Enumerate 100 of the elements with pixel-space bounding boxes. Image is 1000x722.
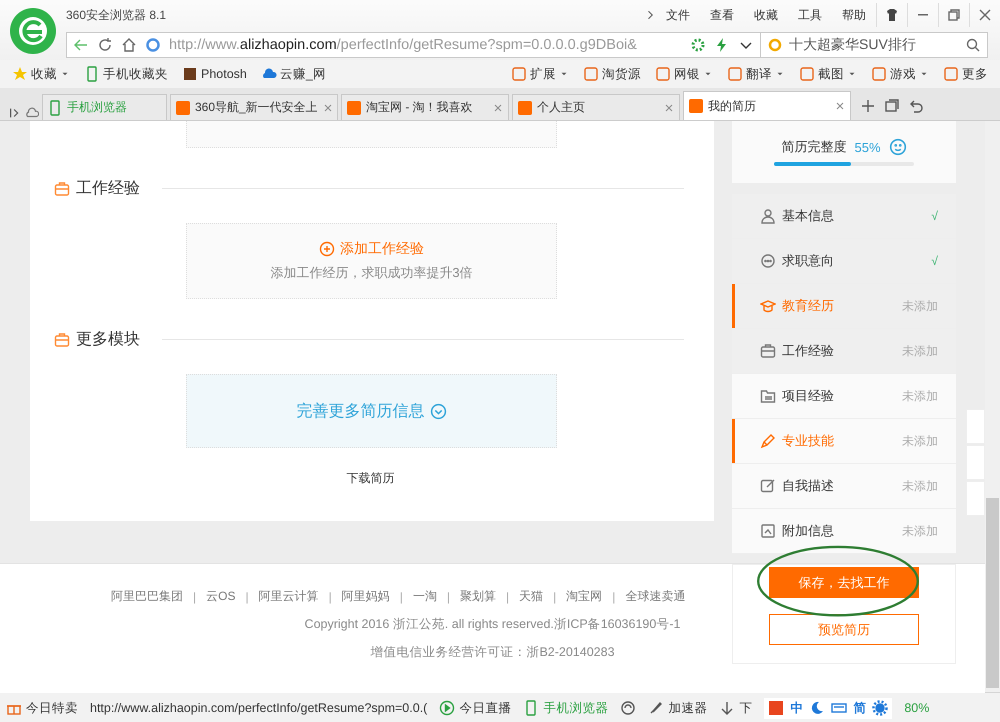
- smiley-icon: [888, 138, 907, 156]
- toolbar-item[interactable]: 网银: [651, 66, 717, 82]
- close-icon: [977, 7, 993, 23]
- status-text: 未添加: [902, 298, 938, 314]
- section-title: 更多模块: [76, 330, 140, 350]
- footer-link[interactable]: 阿里巴巴集团: [111, 588, 183, 605]
- toolbar-item[interactable]: 游戏: [867, 66, 933, 82]
- browser-tab[interactable]: 淘宝网 - 淘！我喜欢: [341, 94, 509, 120]
- menu-item[interactable]: 帮助: [832, 6, 876, 24]
- section-title: 工作经验: [76, 179, 140, 199]
- footer-link[interactable]: 全球速卖通: [625, 588, 686, 605]
- search-engine-icon: [767, 37, 783, 53]
- ime-script[interactable]: 简: [853, 700, 866, 716]
- address-field[interactable]: http://www.alizhaopin.com/perfectInfo/getResume?spm=0.0.0.0.g9DBoi&: [66, 32, 761, 58]
- download-button[interactable]: 下: [719, 700, 752, 716]
- footer-link[interactable]: 阿里云计算: [258, 588, 319, 605]
- minimize-icon: [918, 14, 928, 16]
- site-icon: [688, 98, 704, 114]
- deal-link[interactable]: 今日特卖: [6, 700, 78, 716]
- app-icon: [182, 66, 198, 82]
- float-button[interactable]: [966, 481, 985, 516]
- menu-item[interactable]: 工具: [788, 6, 832, 24]
- status-text: √: [931, 254, 938, 268]
- separator: |: [245, 590, 249, 604]
- app-icon: [655, 66, 671, 82]
- close-icon: [322, 102, 334, 114]
- download-link[interactable]: 下载简历: [346, 471, 394, 485]
- site-icon: [175, 100, 191, 116]
- completeness-percent: 55%: [854, 140, 881, 154]
- menu-item[interactable]: 收藏: [744, 6, 788, 24]
- pen-icon: [760, 433, 776, 449]
- completeness-label: 简历完整度: [781, 138, 846, 156]
- separator: |: [446, 590, 450, 604]
- license-text: 增值电信业务经营许可证：浙B2-20140283: [370, 644, 615, 661]
- app-icon: [943, 66, 959, 82]
- refresh-icon: [97, 37, 113, 53]
- footer-link[interactable]: 云OS: [206, 588, 236, 605]
- copyright-text: Copyright 2016 浙江公苑. all rights reserved.浙ICP备16036190号-1: [304, 616, 680, 633]
- close-icon: [663, 102, 675, 114]
- site-icon: [517, 100, 533, 116]
- graduation-cap-icon: [760, 298, 776, 314]
- status-text: √: [931, 209, 938, 223]
- chat-icon: [760, 253, 776, 269]
- toolbar-item[interactable]: 淘货源: [579, 66, 645, 82]
- app-icon: [511, 66, 527, 82]
- status-text: 未添加: [902, 342, 938, 360]
- toolbar-item[interactable]: 截图: [795, 66, 861, 82]
- footer-link[interactable]: 聚划算: [460, 588, 496, 605]
- app-icon: [871, 66, 887, 82]
- menu-item[interactable]: 文件: [656, 6, 700, 24]
- ime-mode[interactable]: 中: [790, 700, 804, 716]
- browser-tab[interactable]: 我的简历: [683, 91, 851, 120]
- folder-icon: [760, 388, 776, 404]
- nav-item[interactable]: 基本信息 √: [732, 194, 956, 239]
- app-icon: [727, 66, 743, 82]
- status-text: 未添加: [902, 522, 938, 540]
- bookmark-item[interactable]: 云赚_网: [256, 66, 330, 82]
- bookmark-item[interactable]: 收藏: [8, 66, 74, 82]
- toolbar-item[interactable]: 更多: [939, 66, 992, 82]
- ime-toolbar[interactable]: 中 简: [764, 698, 892, 718]
- site-icon: [346, 100, 362, 116]
- settings-icon: [872, 700, 888, 716]
- browser-logo[interactable]: [10, 8, 56, 54]
- cloud-icon: [25, 106, 39, 120]
- close-icon: [834, 100, 846, 112]
- chevron-down-circle-icon: [430, 402, 446, 420]
- search-field[interactable]: 十大超豪华SUV排行: [760, 32, 988, 58]
- menu-item[interactable]: 查看: [700, 6, 744, 24]
- play-icon: [439, 700, 456, 716]
- footer-link[interactable]: 淘宝网: [566, 588, 602, 605]
- live-link[interactable]: 今日直播: [439, 700, 512, 716]
- bookmark-item[interactable]: Photosh: [178, 66, 251, 82]
- status-text: 未添加: [902, 388, 938, 404]
- edit-icon: [760, 478, 776, 494]
- browser-tab[interactable]: 360导航_新一代安全上: [170, 94, 338, 120]
- moon-icon: [809, 700, 826, 716]
- footer-link[interactable]: 一淘: [412, 588, 437, 605]
- undo-icon: [908, 98, 924, 114]
- footer-link[interactable]: 阿里妈妈: [342, 588, 390, 605]
- toolbar-item[interactable]: 翻译: [723, 66, 789, 82]
- separator: |: [506, 590, 510, 604]
- accelerator-button[interactable]: 加速器: [648, 700, 708, 716]
- status-text: 未添加: [902, 478, 938, 494]
- footer-link[interactable]: 天猫: [519, 588, 544, 605]
- globe-icon: [145, 37, 161, 53]
- hint-text: 添加工作经历，求职成功率提升3倍: [270, 264, 473, 282]
- status-url: http://www.alizhaopin.com/perfectInfo/getResume?spm=0.0.(: [90, 701, 428, 715]
- briefcase-icon: [54, 332, 70, 348]
- separator: |: [612, 590, 616, 604]
- bookmark-item[interactable]: 手机收藏夹: [80, 66, 172, 82]
- close-icon: [492, 102, 504, 114]
- app-icon: [583, 66, 599, 82]
- person-icon: [760, 208, 776, 224]
- nav-item[interactable]: 求职意向 √: [732, 239, 956, 284]
- download-arrow-icon: [719, 700, 736, 716]
- tabs-icon: [884, 98, 900, 114]
- separator: |: [193, 590, 196, 604]
- browser-tab[interactable]: 个人主页: [512, 94, 680, 120]
- toolbar-item[interactable]: 扩展: [507, 66, 573, 82]
- nav-item[interactable]: 工作经验 未添加: [732, 329, 956, 374]
